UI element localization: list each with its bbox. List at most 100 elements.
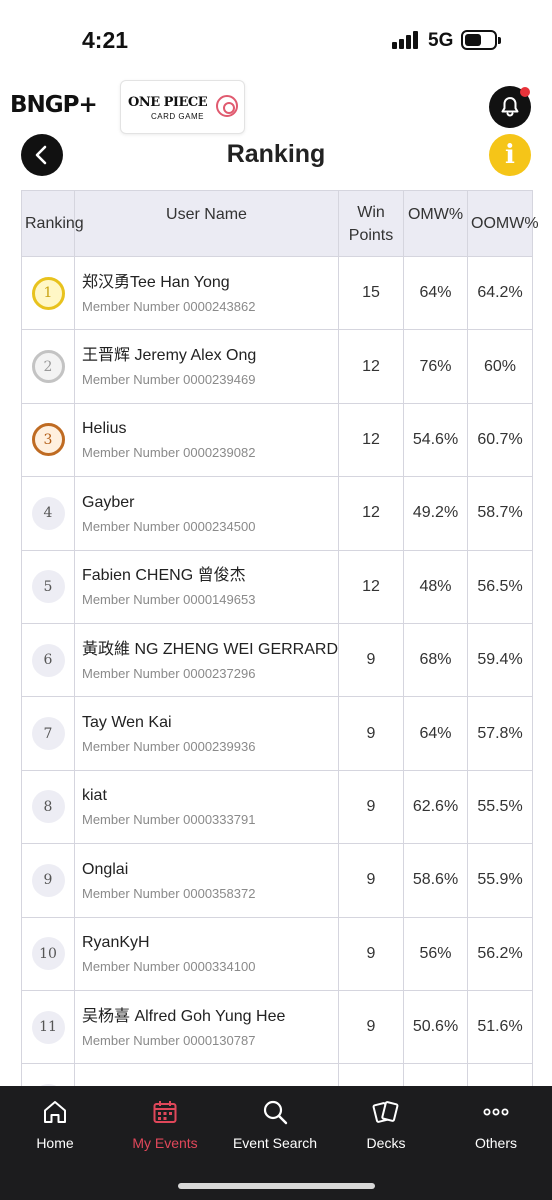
omw-cell: 68% bbox=[403, 622, 468, 698]
tab-others[interactable]: Others bbox=[441, 1086, 551, 1166]
notifications-button[interactable] bbox=[489, 86, 531, 128]
table-header-row: Ranking User Name Win Points OMW% OOMW% bbox=[21, 190, 539, 257]
rank-badge: 3 bbox=[31, 423, 65, 457]
bell-icon bbox=[501, 97, 519, 117]
rank-cell: 10 bbox=[21, 916, 75, 991]
home-indicator bbox=[178, 1183, 375, 1189]
oomw-cell: 56.2% bbox=[467, 916, 533, 991]
oomw-cell: 59.4% bbox=[467, 622, 533, 698]
win-points-cell: 9 bbox=[338, 843, 404, 918]
player-name: Gayber bbox=[82, 493, 135, 511]
omw-cell: 58.6% bbox=[403, 843, 468, 918]
omw-cell: 64% bbox=[403, 255, 468, 331]
table-row[interactable]: 3 Helius Member Number 0000239082 12 54.6% 60… bbox=[21, 402, 533, 478]
logo-title: ONE PIECE bbox=[128, 95, 208, 110]
table-row[interactable]: 7 Tay Wen Kai Member Number 0000239936 9 64%… bbox=[21, 696, 533, 771]
member-number: Member Number 0000239082 bbox=[82, 445, 256, 461]
table-row[interactable]: 6 黃政維 NG ZHENG WEI GERRARD Member Number 0… bbox=[21, 622, 533, 698]
info-button[interactable]: i bbox=[489, 134, 531, 176]
rank-badge: 9 bbox=[31, 863, 65, 897]
player-name: Tay Wen Kai bbox=[82, 714, 172, 732]
user-cell: 郑汉勇Tee Han Yong Member Number 0000243862 bbox=[74, 255, 339, 331]
oomw-cell: 64.2% bbox=[467, 255, 533, 331]
info-icon: i bbox=[505, 140, 515, 170]
rank-cell: 9 bbox=[21, 843, 75, 918]
member-number: Member Number 0000234500 bbox=[82, 518, 256, 534]
table-row[interactable]: 5 Fabien CHENG 曾俊杰 Member Number 000014965… bbox=[21, 549, 533, 624]
tab-decks-label: Decks bbox=[366, 1135, 406, 1151]
header-omw: OMW% bbox=[403, 190, 468, 257]
oomw-cell: 55.5% bbox=[467, 769, 533, 845]
header-ranking: Ranking bbox=[21, 190, 84, 257]
tab-my-events-label: My Events bbox=[132, 1135, 198, 1151]
user-cell: 王晋辉 Jeremy Alex Ong Member Number 0000239… bbox=[74, 329, 339, 404]
status-bar: 4:21 5G bbox=[0, 0, 552, 80]
player-name: 吴杨喜 Alfred Goh Yung Hee bbox=[82, 1007, 286, 1025]
omw-cell: 54.6% bbox=[403, 402, 468, 478]
rank-cell: 8 bbox=[21, 769, 75, 845]
logo-subtitle: CARD GAME bbox=[151, 112, 204, 121]
oomw-cell: 60.7% bbox=[467, 402, 533, 478]
rank-badge: 6 bbox=[31, 643, 65, 677]
search-icon bbox=[263, 1100, 288, 1125]
table-row[interactable]: 10 RyanKyH Member Number 0000334100 9 56% 56.… bbox=[21, 916, 533, 991]
omw-cell: 76% bbox=[403, 329, 468, 404]
brand-logo: BNGP+ bbox=[10, 92, 98, 118]
member-number: Member Number 0000358372 bbox=[82, 885, 256, 901]
win-points-cell: 12 bbox=[338, 476, 404, 551]
oomw-cell: 51.6% bbox=[467, 989, 533, 1065]
player-name: 黃政維 NG ZHENG WEI GERRARD bbox=[82, 640, 338, 658]
signal-icon bbox=[392, 31, 422, 49]
player-name: Fabien CHENG 曾俊杰 bbox=[82, 567, 246, 585]
oomw-cell: 57.8% bbox=[467, 696, 533, 771]
player-name: Onglai bbox=[82, 860, 129, 878]
omw-cell: 64% bbox=[403, 696, 468, 771]
status-time: 4:21 bbox=[82, 27, 129, 53]
table-row[interactable]: 9 Onglai Member Number 0000358372 9 58.6% 55.… bbox=[21, 843, 533, 918]
rank-badge: 10 bbox=[31, 937, 65, 971]
logo-emblem-icon bbox=[216, 95, 238, 117]
rank-cell: 6 bbox=[21, 622, 75, 698]
omw-cell: 50.6% bbox=[403, 989, 468, 1065]
omw-cell: 49.2% bbox=[403, 476, 468, 551]
win-points-cell: 9 bbox=[338, 916, 404, 991]
rank-badge: 7 bbox=[31, 717, 65, 751]
user-cell: 黃政維 NG ZHENG WEI GERRARD Member Number 00… bbox=[74, 622, 339, 698]
table-row[interactable]: 1 郑汉勇Tee Han Yong Member Number 0000243862… bbox=[21, 255, 533, 331]
table-row[interactable]: 8 kiat Member Number 0000333791 9 62.6% 55.5% bbox=[21, 769, 533, 845]
page-title: Ranking bbox=[226, 140, 326, 168]
rank-badge: 8 bbox=[31, 790, 65, 824]
table-row[interactable]: 2 王晋辉 Jeremy Alex Ong Member Number 000023… bbox=[21, 329, 533, 404]
user-cell: Helius Member Number 0000239082 bbox=[74, 402, 339, 478]
header-win-points: Win Points bbox=[338, 190, 404, 257]
win-points-cell: 15 bbox=[338, 255, 404, 331]
rank-cell: 11 bbox=[21, 989, 75, 1065]
tab-event-search[interactable]: Event Search bbox=[220, 1086, 330, 1166]
tab-decks[interactable]: Decks bbox=[331, 1086, 441, 1166]
win-points-cell: 9 bbox=[338, 989, 404, 1065]
oomw-cell: 60% bbox=[467, 329, 533, 404]
table-row[interactable]: 11 吴杨喜 Alfred Goh Yung Hee Member Number 0… bbox=[21, 989, 533, 1065]
win-points-cell: 12 bbox=[338, 402, 404, 478]
omw-cell: 56% bbox=[403, 916, 468, 991]
user-cell: Gayber Member Number 0000234500 bbox=[74, 476, 339, 551]
ranking-table-body: 1 郑汉勇Tee Han Yong Member Number 0000243862… bbox=[21, 255, 533, 1138]
user-cell: RyanKyH Member Number 0000334100 bbox=[74, 916, 339, 991]
rank-cell: 7 bbox=[21, 696, 75, 771]
member-number: Member Number 0000334100 bbox=[82, 959, 256, 975]
header-oomw: OOMW% bbox=[467, 190, 539, 257]
win-points-cell: 9 bbox=[338, 696, 404, 771]
rank-cell: 4 bbox=[21, 476, 75, 551]
member-number: Member Number 0000243862 bbox=[82, 298, 256, 314]
oomw-cell: 55.9% bbox=[467, 843, 533, 918]
player-name: 王晋辉 Jeremy Alex Ong bbox=[82, 347, 257, 365]
player-name: RyanKyH bbox=[82, 934, 150, 952]
member-number: Member Number 0000237296 bbox=[82, 665, 256, 681]
oomw-cell: 56.5% bbox=[467, 549, 533, 624]
cards-icon bbox=[372, 1101, 399, 1123]
tab-home[interactable]: Home bbox=[0, 1086, 110, 1166]
table-row[interactable]: 4 Gayber Member Number 0000234500 12 49.2% 58… bbox=[21, 476, 533, 551]
tab-my-events[interactable]: My Events bbox=[110, 1086, 220, 1166]
player-name: 郑汉勇Tee Han Yong bbox=[82, 273, 230, 291]
oomw-cell: 58.7% bbox=[467, 476, 533, 551]
